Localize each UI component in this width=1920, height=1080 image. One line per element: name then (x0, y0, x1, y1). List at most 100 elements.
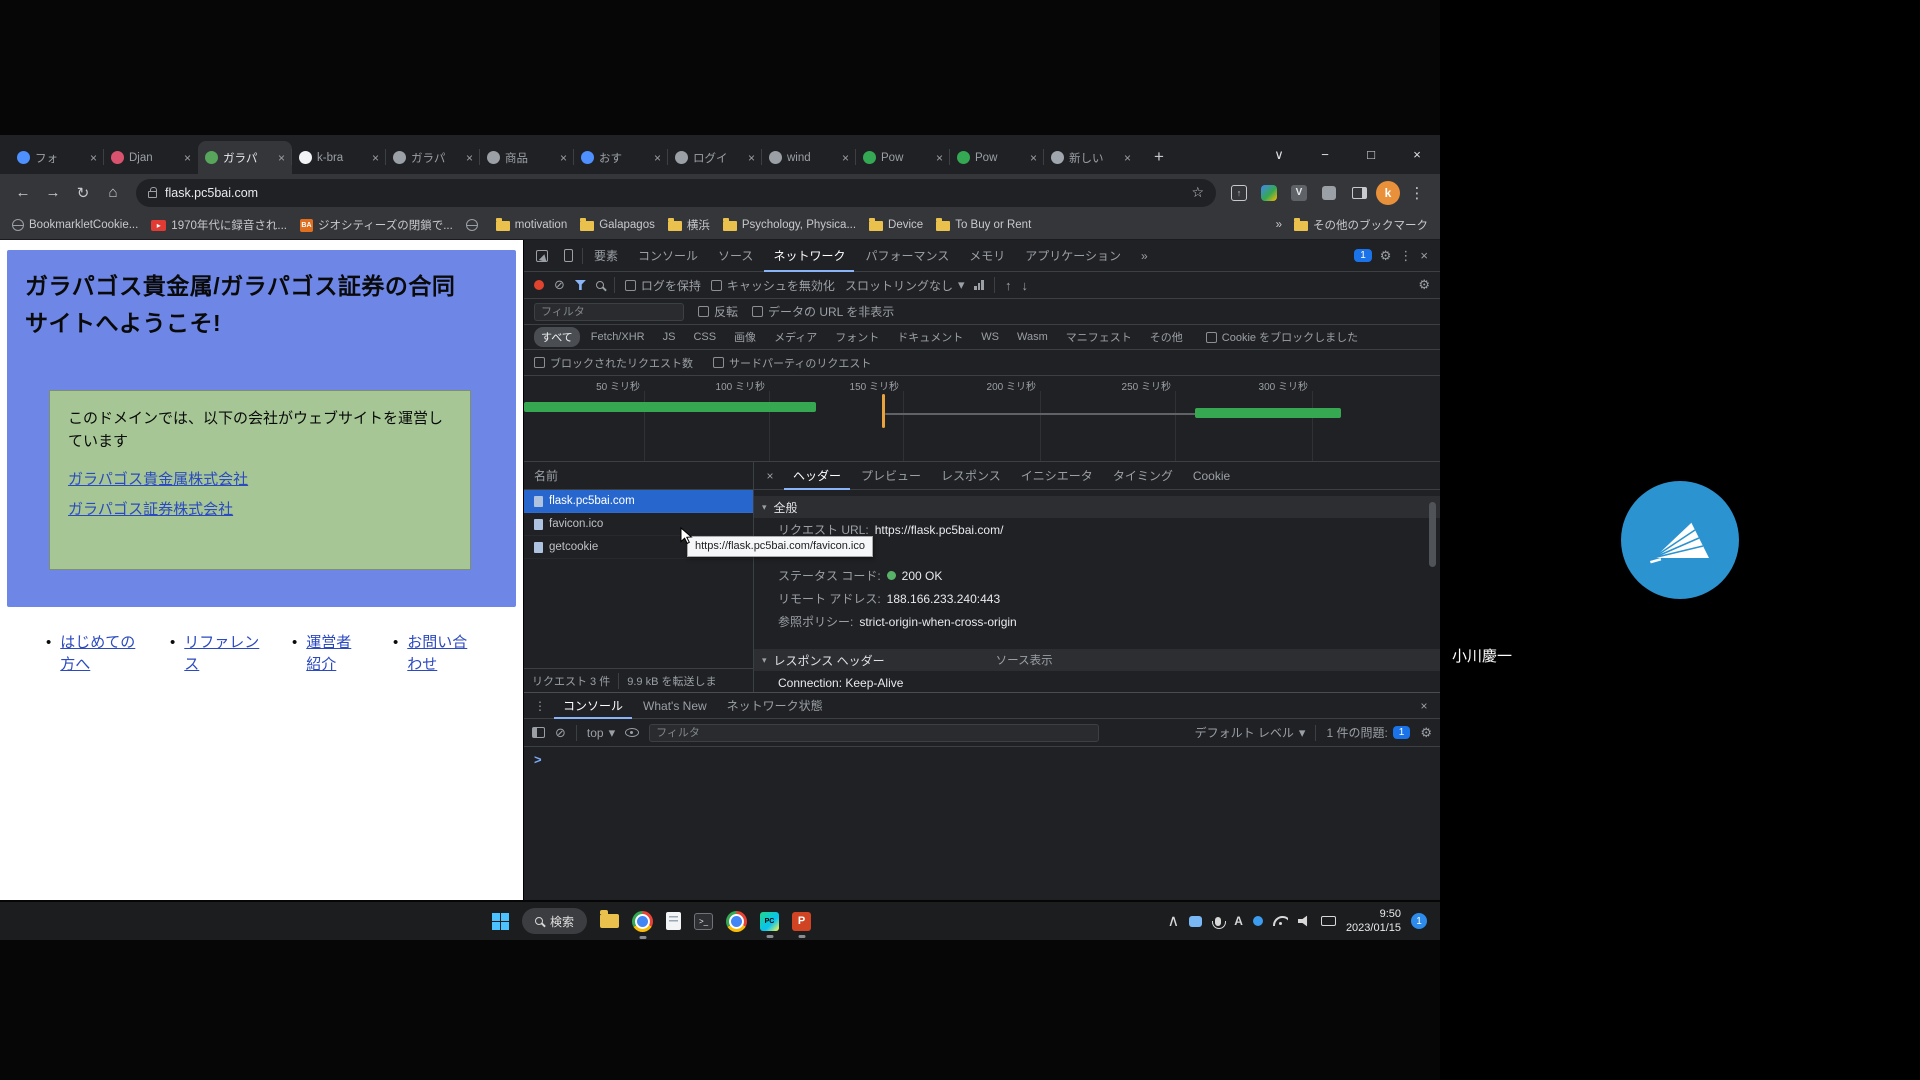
filter-chip[interactable]: マニフェスト (1059, 327, 1139, 347)
tab-close-icon[interactable]: × (748, 151, 755, 165)
tab-close-icon[interactable]: × (90, 151, 97, 165)
log-level-dropdown[interactable]: デフォルト レベル▾ (1195, 724, 1306, 741)
tab-close-icon[interactable]: × (1124, 151, 1131, 165)
forward-icon[interactable]: → (40, 180, 66, 206)
back-icon[interactable]: ← (10, 180, 36, 206)
devtools-tab-sources[interactable]: ソース (709, 240, 762, 272)
details-close-icon[interactable]: × (758, 464, 782, 488)
tab-close-icon[interactable]: × (1030, 151, 1037, 165)
devtools-menu-icon[interactable]: ⋮ (1399, 248, 1412, 264)
drawer-tab-console[interactable]: コンソール (554, 693, 632, 719)
nav-link[interactable]: 運営者紹介 (306, 632, 356, 676)
browser-tab[interactable]: 商品× (480, 141, 574, 174)
notepad-button[interactable] (666, 912, 681, 930)
browser-tab[interactable]: wind× (762, 141, 856, 174)
drawer-close-icon[interactable]: × (1412, 694, 1436, 718)
new-tab-button[interactable]: + (1146, 144, 1172, 170)
filter-chip-all[interactable]: すべて (534, 327, 580, 347)
throttling-dropdown[interactable]: スロットリングなし▾ (845, 277, 965, 294)
home-icon[interactable]: ⌂ (100, 180, 126, 206)
tab-close-icon[interactable]: × (654, 151, 661, 165)
console-settings-icon[interactable]: ⚙ (1420, 725, 1432, 741)
drawer-tab-whats-new[interactable]: What's New (634, 693, 716, 719)
browser-tab[interactable]: ログイ× (668, 141, 762, 174)
microphone-icon[interactable] (1215, 917, 1221, 926)
console-clear-icon[interactable]: ⊘ (555, 725, 566, 741)
devtools-tab-console[interactable]: コンソール (629, 240, 707, 272)
filter-chip[interactable]: Fetch/XHR (584, 329, 652, 345)
network-settings-icon[interactable]: ⚙ (1418, 277, 1430, 293)
details-tab-preview[interactable]: プレビュー (852, 462, 930, 490)
chrome-button[interactable] (632, 911, 653, 932)
touch-keyboard-icon[interactable] (1321, 916, 1336, 926)
invert-checkbox[interactable]: 反転 (698, 303, 738, 320)
drawer-tab-network-conditions[interactable]: ネットワーク状態 (718, 693, 832, 719)
browser-tab[interactable]: k-bra× (292, 141, 386, 174)
file-explorer-button[interactable] (600, 914, 619, 928)
details-tab-initiator[interactable]: イニシエータ (1012, 462, 1102, 490)
inspect-element-icon[interactable] (530, 244, 554, 268)
hide-data-urls-checkbox[interactable]: データの URL を非表示 (752, 303, 894, 320)
extensions-puzzle-icon[interactable] (1316, 180, 1342, 206)
tab-close-icon[interactable]: × (372, 151, 379, 165)
browser-tab[interactable]: 新しい× (1044, 141, 1138, 174)
details-tab-headers[interactable]: ヘッダー (784, 462, 850, 490)
bookmark-item[interactable] (466, 219, 483, 231)
filter-chip[interactable]: JS (656, 329, 683, 345)
response-headers-section-header[interactable]: ▾ レスポンス ヘッダー ソース表示 (754, 649, 1440, 671)
issues-badge[interactable]: 1 (1354, 249, 1372, 262)
general-section-header[interactable]: ▾ 全般 (754, 496, 1440, 518)
bookmark-folder[interactable]: Device (869, 219, 923, 231)
browser-menu-icon[interactable]: ⋮ (1404, 180, 1430, 206)
network-filter-input[interactable] (534, 303, 684, 321)
filter-chip[interactable]: 画像 (727, 327, 763, 347)
tab-close-icon[interactable]: × (278, 151, 285, 165)
filter-chip[interactable]: フォント (828, 327, 886, 347)
browser-tab[interactable]: Djan× (104, 141, 198, 174)
terminal-button[interactable]: >_ (694, 913, 713, 930)
reload-icon[interactable]: ↻ (70, 180, 96, 206)
browser-tab[interactable]: Pow× (856, 141, 950, 174)
devtools-tab-performance[interactable]: パフォーマンス (856, 240, 958, 272)
close-button[interactable]: × (1394, 135, 1440, 174)
tab-close-icon[interactable]: × (184, 151, 191, 165)
devtools-tab-application[interactable]: アプリケーション (1016, 240, 1130, 272)
nav-link[interactable]: お問い合わせ (407, 632, 473, 676)
bookmark-item[interactable]: BookmarkletCookie... (12, 219, 138, 231)
request-row-selected[interactable]: flask.pc5bai.com (524, 490, 753, 513)
ime-indicator[interactable]: A (1234, 914, 1243, 928)
start-button[interactable] (492, 913, 509, 930)
devtools-settings-icon[interactable]: ⚙ (1380, 248, 1392, 264)
filter-chip[interactable]: CSS (686, 329, 723, 345)
export-har-icon[interactable]: ↓ (1021, 278, 1028, 293)
company-link[interactable]: ガラパゴス証券株式会社 (68, 499, 452, 522)
tab-close-icon[interactable]: × (842, 151, 849, 165)
wifi-icon[interactable] (1273, 916, 1288, 926)
bookmark-folder[interactable]: Psychology, Physica... (723, 219, 856, 231)
devtools-tab-memory[interactable]: メモリ (960, 240, 1014, 272)
media-extension-icon[interactable] (1256, 180, 1282, 206)
share-icon[interactable]: ↑ (1226, 180, 1252, 206)
record-icon[interactable] (534, 280, 544, 290)
preserve-log-checkbox[interactable]: ログを保持 (625, 277, 701, 294)
third-party-checkbox[interactable]: サードパーティのリクエスト (713, 355, 871, 371)
address-url[interactable]: flask.pc5bai.com (165, 186, 258, 200)
minimize-button[interactable]: − (1302, 135, 1348, 174)
details-tab-response[interactable]: レスポンス (932, 462, 1010, 490)
live-expression-icon[interactable] (625, 728, 639, 737)
profile-avatar[interactable]: k (1376, 181, 1400, 205)
taskbar-clock[interactable]: 9:50 2023/01/15 (1346, 907, 1401, 936)
maximize-button[interactable]: □ (1348, 135, 1394, 174)
nav-link[interactable]: はじめての方へ (60, 632, 142, 676)
filter-chip[interactable]: ドキュメント (890, 327, 970, 347)
nav-link[interactable]: リファレンス (184, 632, 264, 676)
powerpoint-button[interactable]: P (792, 912, 811, 931)
search-icon[interactable] (596, 281, 604, 289)
notification-badge[interactable]: 1 (1411, 913, 1427, 929)
details-tab-cookies[interactable]: Cookie (1184, 462, 1239, 490)
drawer-menu-icon[interactable]: ⋮ (528, 694, 552, 718)
browser-tab[interactable]: おす× (574, 141, 668, 174)
network-overview-timeline[interactable]: 50 ミリ秒 100 ミリ秒 150 ミリ秒 200 ミリ秒 250 ミリ秒 3… (524, 376, 1440, 462)
import-har-icon[interactable]: ↑ (1005, 278, 1012, 293)
issues-counter[interactable]: 1 件の問題:1 (1326, 724, 1410, 741)
